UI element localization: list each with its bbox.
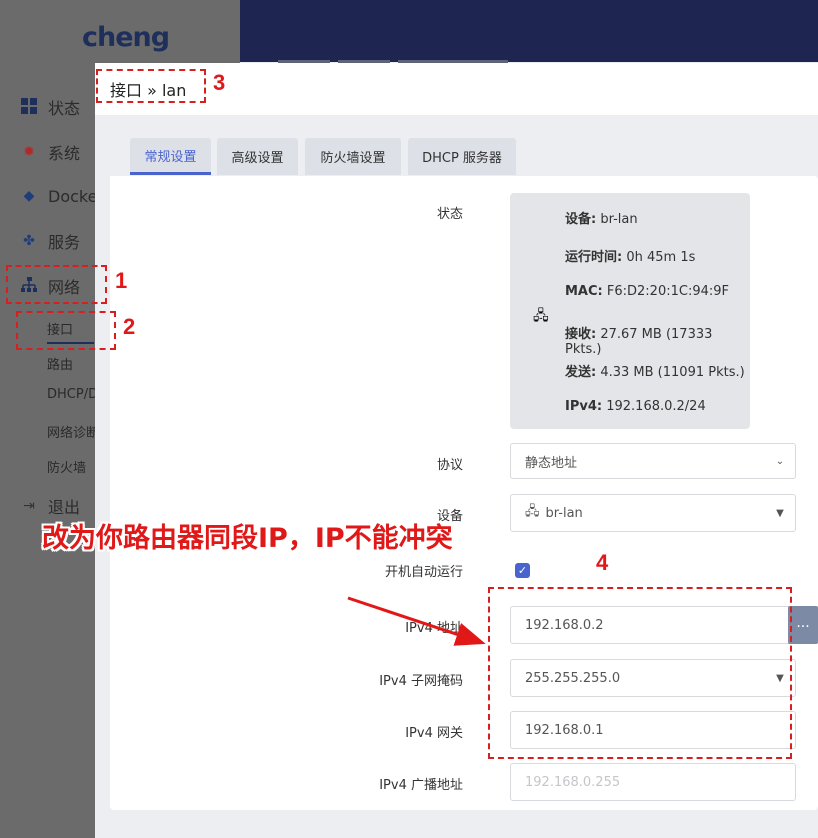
ipv4-netmask-label: IPv4 子网掩码 <box>379 674 463 689</box>
step-number-1: 1 <box>115 268 128 293</box>
caret-down-icon: ▼ <box>776 507 784 519</box>
ipv4-broadcast-input[interactable]: 192.168.0.255 <box>510 763 796 801</box>
highlight-box-breadcrumb <box>96 69 206 103</box>
ipv4-address-label: IPv4 地址 <box>405 621 463 636</box>
grid-icon <box>20 98 38 116</box>
sidebar-sub-routes[interactable]: 路由 <box>47 354 73 373</box>
sidebar-item-label: 退出 <box>48 498 81 517</box>
gear-icon: ✹ <box>23 144 35 160</box>
docker-icon: ◆ <box>23 188 35 204</box>
tab-advanced[interactable]: 高级设置 <box>217 138 298 175</box>
status-device: 设备: br-lan <box>565 212 638 227</box>
status-ipv4: IPv4: 192.168.0.2/24 <box>565 399 706 414</box>
ethernet-icon: 🖧 <box>533 308 549 324</box>
status-uptime: 运行时间: 0h 45m 1s <box>565 250 696 265</box>
ipv4-broadcast-label: IPv4 广播地址 <box>379 778 463 793</box>
status-rx: 接收: 27.67 MB (17333 Pkts.) <box>565 327 713 357</box>
protocol-value: 静态地址 <box>525 455 578 471</box>
sidebar-item-label: 状态 <box>48 99 81 118</box>
autostart-checkbox[interactable]: ✓ <box>515 563 530 578</box>
status-label: 状态 <box>436 207 463 222</box>
sidebar-item-system[interactable]: ✹ 系统 <box>20 140 80 164</box>
step-number-2: 2 <box>123 314 136 339</box>
sidebar-item-docker[interactable]: ◆ Docker <box>20 184 104 208</box>
highlight-box-interfaces <box>16 311 116 350</box>
tab-dhcp[interactable]: DHCP 服务器 <box>408 138 516 175</box>
chevron-down-icon: ⌄ <box>775 455 785 467</box>
instruction-text: 改为你路由器同段IP，IP不能冲突 <box>42 523 453 554</box>
device-value: br-lan <box>545 505 583 521</box>
top-bar <box>240 0 818 64</box>
ipv4-gateway-label: IPv4 网关 <box>405 726 463 741</box>
status-mac: MAC: F6:D2:20:1C:94:9F <box>565 284 729 299</box>
status-tx: 发送: 4.33 MB (11091 Pkts.) <box>565 365 745 380</box>
protocol-select[interactable]: 静态地址 ⌄ <box>510 443 796 479</box>
status-box: 设备: br-lan 运行时间: 0h 45m 1s MAC: F6:D2:20… <box>510 193 750 429</box>
sidebar-item-label: 服务 <box>48 233 81 252</box>
sidebar-item-logout[interactable]: ⇥ 退出 <box>20 494 80 518</box>
step-number-4: 4 <box>596 550 609 575</box>
sidebar-item-services[interactable]: ✤ 服务 <box>20 229 80 253</box>
tab-firewall[interactable]: 防火墙设置 <box>305 138 401 175</box>
tab-general[interactable]: 常规设置 <box>130 138 211 175</box>
protocol-label: 协议 <box>436 458 463 473</box>
sidebar-sub-firewall[interactable]: 防火墙 <box>47 457 86 476</box>
highlight-box-network <box>6 265 107 304</box>
more-button[interactable]: ... <box>788 606 818 644</box>
sidebar-item-status[interactable]: 状态 <box>20 95 80 119</box>
logo: cheng <box>82 22 170 53</box>
puzzle-icon: ✤ <box>23 233 35 249</box>
sidebar-sub-dhcp[interactable]: DHCP/D <box>47 387 98 402</box>
autostart-label: 开机自动运行 <box>384 565 463 580</box>
step-number-3: 3 <box>213 70 226 95</box>
ipv4-broadcast-placeholder: 192.168.0.255 <box>525 774 621 790</box>
sidebar-item-label: 系统 <box>48 144 81 163</box>
highlight-box-ipv4 <box>488 587 792 759</box>
logout-icon: ⇥ <box>23 498 35 514</box>
ethernet-icon: 🖧 <box>525 504 540 519</box>
device-select[interactable]: 🖧 br-lan ▼ <box>510 494 796 532</box>
sidebar-sub-diagnostics[interactable]: 网络诊断 <box>47 422 99 441</box>
